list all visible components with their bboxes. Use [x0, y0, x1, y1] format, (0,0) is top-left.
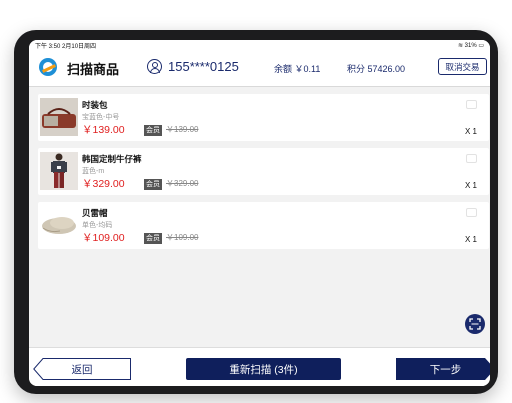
scan-button[interactable] [465, 314, 485, 334]
page-title: 扫描商品 [67, 62, 120, 77]
card-tag-icon [466, 208, 477, 217]
original-price: ￥329.00 [166, 179, 199, 188]
product-name: 时装包 [82, 100, 108, 110]
product-price: ￥329.00 [82, 178, 125, 190]
product-image-beret [40, 206, 78, 244]
member-phone: 155****0125 [168, 59, 239, 74]
card-tag-icon [466, 154, 477, 163]
battery-level: 31% [464, 42, 477, 49]
product-spec: 单色-均码 [82, 222, 113, 229]
product-image-jeans [40, 152, 78, 190]
status-time-date: 下午 3:50 2月10日周四 [35, 41, 96, 50]
cancel-transaction-button[interactable]: 取消交易 [438, 58, 487, 75]
back-label: 返回 [71, 363, 93, 376]
next-step-button[interactable]: 下一步 [396, 358, 490, 380]
product-quantity: X 1 [464, 127, 477, 136]
vip-badge: 会员 [144, 179, 162, 190]
status-time: 下午 3:50 [35, 43, 61, 50]
product-name: 韩国定制牛仔裤 [82, 154, 142, 164]
points-text: 积分 57426.00 [347, 64, 406, 74]
product-price: ￥139.00 [82, 124, 125, 136]
status-date: 2月10日周四 [62, 43, 97, 50]
status-right: ≋ 31% ▭ [458, 42, 484, 49]
product-card[interactable]: 贝雷帽 单色-均码 ￥109.00 会员 ￥109.00 X 1 [38, 202, 489, 249]
wifi-icon: ≋ [457, 42, 463, 49]
balance-text: 余额 ￥0.11 [274, 64, 321, 74]
vip-badge: 会员 [144, 233, 162, 244]
product-spec: 宝蓝色-中号 [82, 114, 120, 121]
card-tag-icon [466, 100, 477, 109]
original-price: ￥109.00 [166, 233, 199, 242]
product-name: 贝雷帽 [82, 208, 108, 218]
product-quantity: X 1 [464, 181, 477, 190]
footer-bar: 返回 重新扫描 (3件) 下一步 [29, 347, 490, 386]
app-header: 扫描商品 155****0125 余额 ￥0.11 积分 57426.00 取消… [29, 50, 490, 87]
user-icon [147, 59, 162, 74]
product-spec: 蓝色-m [82, 168, 105, 175]
app-screen: 下午 3:50 2月10日周四 ≋ 31% ▭ 扫描商品 155****0125… [29, 40, 490, 386]
product-card[interactable]: 韩国定制牛仔裤 蓝色-m ￥329.00 会员 ￥329.00 X 1 [38, 148, 489, 195]
product-quantity: X 1 [464, 235, 477, 244]
product-card[interactable]: 时装包 宝蓝色-中号 ￥139.00 会员 ￥139.00 X 1 [38, 94, 489, 141]
vip-badge: 会员 [144, 125, 162, 136]
back-button[interactable]: 返回 [33, 358, 131, 380]
original-price: ￥139.00 [166, 125, 199, 134]
status-bar: 下午 3:50 2月10日周四 ≋ 31% ▭ [29, 40, 490, 50]
rescan-button[interactable]: 重新扫描 (3件) [186, 358, 341, 380]
product-image-bag [40, 98, 78, 136]
battery-icon: ▭ [478, 42, 484, 49]
next-label: 下一步 [429, 363, 462, 376]
app-logo-icon [39, 58, 57, 76]
scan-icon [469, 318, 481, 330]
product-price: ￥109.00 [82, 232, 125, 244]
